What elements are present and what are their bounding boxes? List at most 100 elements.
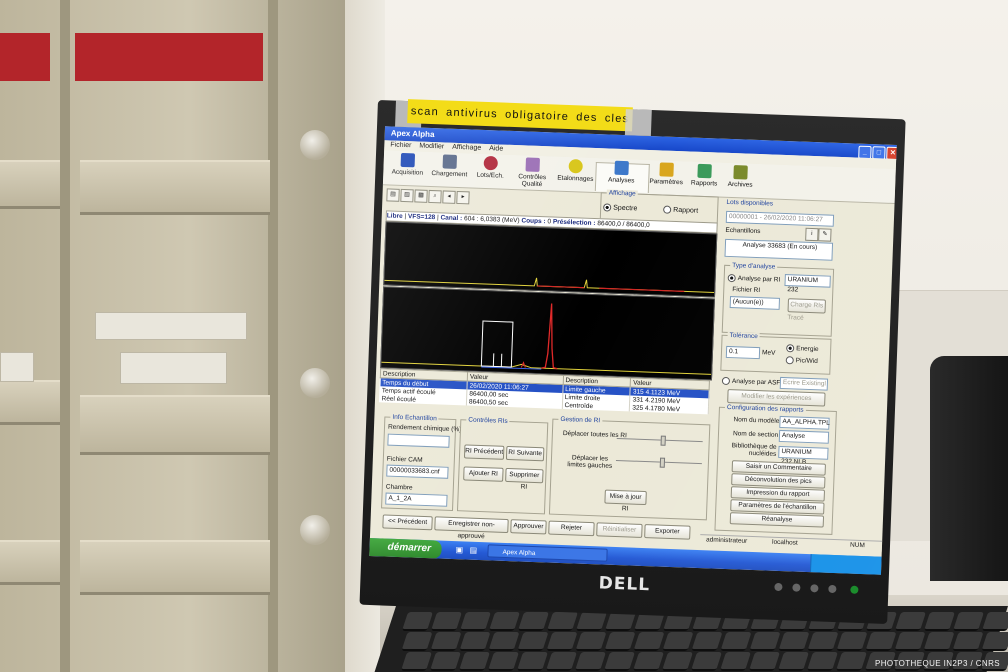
radio-spectre[interactable] [603, 203, 612, 212]
keyboard-key[interactable] [835, 652, 868, 671]
keyboard-key[interactable] [575, 612, 608, 631]
keyboard-key[interactable] [807, 632, 839, 651]
section-name-select[interactable]: Analyse [778, 429, 830, 444]
taskbar-app-apex[interactable]: Apex Alpha [487, 544, 608, 562]
keyboard-key[interactable] [604, 612, 637, 631]
model-name-select[interactable]: AA_ALPHA.TPL [779, 415, 830, 430]
quicklaunch-icon[interactable]: ▣ [455, 545, 463, 554]
move-all-slider[interactable] [616, 435, 703, 446]
keyboard-key[interactable] [517, 612, 550, 631]
edit-icon[interactable]: ✎ [818, 228, 832, 242]
lot-select[interactable]: 00000001 - 26/02/2020 11:06:27 [725, 210, 835, 227]
zoom-icon[interactable]: ⌕ [428, 189, 442, 204]
tolerance-input[interactable]: 0.1 [725, 345, 761, 360]
trace-checkbox[interactable]: Tracé [787, 314, 804, 322]
slider-thumb[interactable] [660, 435, 666, 446]
keyboard-key[interactable] [430, 612, 463, 631]
toolbar-rapports[interactable]: Rapports [687, 163, 722, 194]
reject-button[interactable]: Rejeter [548, 520, 595, 537]
save-unapproved-button[interactable]: Enregistrer non-approuvé [434, 516, 509, 540]
fichier-cam-field[interactable]: 00000033683.cnf [386, 464, 449, 479]
spectrum-overview[interactable] [383, 221, 718, 298]
keyboard-key[interactable] [517, 632, 549, 651]
keyboard-key[interactable] [777, 652, 810, 671]
cursor-left-icon[interactable]: ◂ [442, 190, 456, 204]
keyboard-key[interactable] [487, 652, 520, 671]
toolbar-archives[interactable]: Archives [723, 165, 758, 196]
reanalysis-button[interactable]: Réanalyse [729, 512, 825, 528]
sample-list[interactable]: Analyse 33683 (En cours) [724, 238, 834, 261]
radio-analyse-ri[interactable] [727, 273, 736, 283]
radio-energie[interactable] [786, 344, 795, 353]
keyboard-key[interactable] [400, 652, 433, 671]
keyboard-key[interactable] [806, 652, 839, 671]
keyboard-key[interactable] [662, 632, 694, 651]
keyboard-key[interactable] [633, 632, 665, 651]
toolbar-controles[interactable]: Contrôles Qualité [509, 157, 556, 189]
keyboard-key[interactable] [778, 632, 810, 651]
add-ri-button[interactable]: Ajouter RI [463, 466, 504, 482]
keyboard-key[interactable] [865, 632, 897, 651]
keyboard-key[interactable] [952, 612, 985, 631]
keyboard-key[interactable] [981, 632, 1008, 651]
keyboard-key[interactable] [488, 612, 521, 631]
keyboard-key[interactable] [401, 632, 433, 651]
keyboard-key[interactable] [401, 612, 434, 631]
radio-analyse-asf[interactable] [721, 376, 731, 386]
keyboard-key[interactable] [981, 612, 1008, 631]
type-value-field[interactable]: URANIUM 232 [784, 274, 831, 294]
start-button[interactable]: démarrer [369, 537, 442, 559]
ri-next-button[interactable]: RI Suivante [505, 445, 545, 462]
keyboard-key[interactable] [661, 652, 694, 671]
toolbar-analyses[interactable]: Analyses [597, 160, 646, 192]
keyboard-key[interactable] [691, 632, 723, 651]
keyboard-key[interactable] [836, 632, 868, 651]
menu-fichier[interactable]: Fichier [390, 141, 411, 149]
keyboard-key[interactable] [894, 632, 926, 651]
lot-info-icon[interactable]: i [805, 227, 819, 242]
keyboard-key[interactable] [748, 652, 781, 671]
keyboard-key[interactable] [894, 612, 927, 631]
keyboard-key[interactable] [488, 632, 520, 651]
keyboard-key[interactable] [458, 652, 491, 671]
keyboard-key[interactable] [749, 632, 781, 651]
keyboard-key[interactable] [719, 652, 752, 671]
keyboard-key[interactable] [546, 632, 578, 651]
toolbar-parametres[interactable]: Paramètres [647, 162, 686, 193]
keyboard-key[interactable] [720, 632, 752, 651]
toolbar-lots[interactable]: Lots/Ech. [473, 155, 508, 187]
log-scale-icon[interactable]: ▥ [400, 188, 414, 203]
move-limits-slider[interactable] [615, 457, 702, 468]
approve-button[interactable]: Approuver [510, 519, 547, 535]
keyboard-key[interactable] [546, 612, 579, 631]
previous-button[interactable]: << Précédent [382, 514, 433, 531]
keyboard-key[interactable] [545, 652, 578, 671]
keyboard-key[interactable] [632, 652, 665, 671]
keyboard-key[interactable] [459, 612, 492, 631]
keyboard-key[interactable] [603, 652, 636, 671]
radio-rapport[interactable] [663, 205, 672, 214]
ri-previous-button[interactable]: RI Précédent [463, 444, 505, 460]
menu-aide[interactable]: Aide [489, 145, 503, 153]
keyboard-key[interactable] [923, 612, 956, 631]
menu-affichage[interactable]: Affichage [452, 144, 481, 152]
toolbar-etalonnages[interactable]: Etalonnages [557, 159, 594, 190]
keyboard-key[interactable] [430, 632, 462, 651]
keyboard-key[interactable] [952, 632, 984, 651]
load-ri-button[interactable]: Charge RIs [787, 298, 826, 314]
spectrum-zoom[interactable] [380, 286, 715, 381]
keyboard-key[interactable] [604, 632, 636, 651]
fichier-ri-select[interactable]: (Aucun(e)) [729, 296, 781, 310]
keyboard-key[interactable] [575, 632, 607, 651]
chambre-field[interactable]: A_1_2A [385, 492, 448, 507]
keyboard-key[interactable] [574, 652, 607, 671]
auto-scale-icon[interactable]: ▦ [414, 189, 428, 203]
toolbar-chargement[interactable]: Chargement [429, 154, 470, 185]
export-button[interactable]: Exporter [644, 524, 691, 540]
library-select[interactable]: URANIUM 232.NLB [778, 445, 829, 466]
toolbar-acquisition[interactable]: Acquisition [387, 152, 428, 183]
rendement-input[interactable] [387, 433, 450, 448]
asf-select[interactable]: Ecrire Existingl [779, 376, 829, 391]
update-ri-button[interactable]: Mise à jour RI [604, 489, 647, 512]
menu-modifier[interactable]: Modifier [419, 143, 444, 151]
